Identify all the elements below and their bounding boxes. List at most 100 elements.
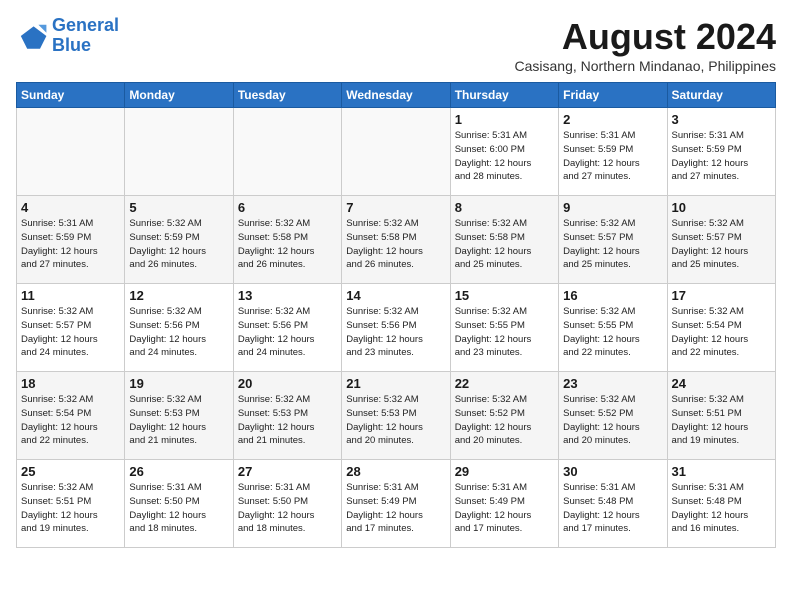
day-cell [342,108,450,196]
day-cell: 20 Sunrise: 5:32 AM Sunset: 5:53 PM Dayli… [233,372,341,460]
day-cell: 8 Sunrise: 5:32 AM Sunset: 5:58 PM Daylig… [450,196,558,284]
day-cell: 19 Sunrise: 5:32 AM Sunset: 5:53 PM Dayli… [125,372,233,460]
day-number: 6 [238,200,337,215]
day-number: 31 [672,464,771,479]
day-cell: 29 Sunrise: 5:31 AM Sunset: 5:49 PM Dayli… [450,460,558,548]
header-day-thursday: Thursday [450,83,558,108]
day-info: Sunrise: 5:32 AM Sunset: 5:58 PM Dayligh… [238,217,337,272]
day-info: Sunrise: 5:32 AM Sunset: 5:57 PM Dayligh… [21,305,120,360]
day-cell: 30Sunrise: 5:31 AM Sunset: 5:48 PM Dayli… [559,460,667,548]
day-info: Sunrise: 5:32 AM Sunset: 5:57 PM Dayligh… [672,217,771,272]
day-info: Sunrise: 5:32 AM Sunset: 5:58 PM Dayligh… [346,217,445,272]
day-info: Sunrise: 5:31 AM Sunset: 5:48 PM Dayligh… [563,481,662,536]
day-number: 25 [21,464,120,479]
day-number: 14 [346,288,445,303]
day-cell: 4Sunrise: 5:31 AM Sunset: 5:59 PM Daylig… [17,196,125,284]
day-number: 19 [129,376,228,391]
day-number: 26 [129,464,228,479]
logo-icon [16,20,48,52]
day-cell: 3 Sunrise: 5:31 AM Sunset: 5:59 PM Daylig… [667,108,775,196]
day-info: Sunrise: 5:31 AM Sunset: 6:00 PM Dayligh… [455,129,554,184]
week-row-3: 11 Sunrise: 5:32 AM Sunset: 5:57 PM Dayli… [17,284,776,372]
day-info: Sunrise: 5:31 AM Sunset: 5:59 PM Dayligh… [21,217,120,272]
day-number: 20 [238,376,337,391]
day-info: Sunrise: 5:32 AM Sunset: 5:55 PM Dayligh… [563,305,662,360]
day-cell: 27 Sunrise: 5:31 AM Sunset: 5:50 PM Dayli… [233,460,341,548]
day-cell: 12Sunrise: 5:32 AM Sunset: 5:56 PM Dayli… [125,284,233,372]
day-number: 28 [346,464,445,479]
day-cell [125,108,233,196]
week-row-5: 25 Sunrise: 5:32 AM Sunset: 5:51 PM Dayli… [17,460,776,548]
day-cell: 13Sunrise: 5:32 AM Sunset: 5:56 PM Dayli… [233,284,341,372]
header-day-wednesday: Wednesday [342,83,450,108]
day-number: 9 [563,200,662,215]
title-block: August 2024 Casisang, Northern Mindanao,… [515,16,776,74]
day-cell: 25 Sunrise: 5:32 AM Sunset: 5:51 PM Dayli… [17,460,125,548]
day-info: Sunrise: 5:32 AM Sunset: 5:51 PM Dayligh… [672,393,771,448]
day-cell: 31 Sunrise: 5:31 AM Sunset: 5:48 PM Dayli… [667,460,775,548]
day-info: Sunrise: 5:32 AM Sunset: 5:51 PM Dayligh… [21,481,120,536]
day-cell [233,108,341,196]
day-number: 3 [672,112,771,127]
header-day-tuesday: Tuesday [233,83,341,108]
location: Casisang, Northern Mindanao, Philippines [515,58,776,74]
day-cell: 28Sunrise: 5:31 AM Sunset: 5:49 PM Dayli… [342,460,450,548]
day-number: 22 [455,376,554,391]
logo: General Blue [16,16,119,56]
day-number: 18 [21,376,120,391]
day-info: Sunrise: 5:32 AM Sunset: 5:59 PM Dayligh… [129,217,228,272]
day-number: 8 [455,200,554,215]
day-number: 29 [455,464,554,479]
header: General Blue August 2024 Casisang, North… [16,16,776,74]
logo-text: General Blue [52,16,119,56]
day-cell: 11 Sunrise: 5:32 AM Sunset: 5:57 PM Dayli… [17,284,125,372]
day-cell: 6 Sunrise: 5:32 AM Sunset: 5:58 PM Daylig… [233,196,341,284]
day-info: Sunrise: 5:32 AM Sunset: 5:58 PM Dayligh… [455,217,554,272]
day-cell: 18 Sunrise: 5:32 AM Sunset: 5:54 PM Dayli… [17,372,125,460]
day-info: Sunrise: 5:31 AM Sunset: 5:59 PM Dayligh… [672,129,771,184]
day-cell: 1 Sunrise: 5:31 AM Sunset: 6:00 PM Daylig… [450,108,558,196]
header-day-monday: Monday [125,83,233,108]
day-number: 23 [563,376,662,391]
day-info: Sunrise: 5:31 AM Sunset: 5:48 PM Dayligh… [672,481,771,536]
header-day-saturday: Saturday [667,83,775,108]
day-info: Sunrise: 5:32 AM Sunset: 5:52 PM Dayligh… [563,393,662,448]
day-cell: 17 Sunrise: 5:32 AM Sunset: 5:54 PM Dayli… [667,284,775,372]
month-year: August 2024 [515,16,776,58]
day-info: Sunrise: 5:32 AM Sunset: 5:56 PM Dayligh… [346,305,445,360]
day-info: Sunrise: 5:32 AM Sunset: 5:53 PM Dayligh… [129,393,228,448]
day-info: Sunrise: 5:32 AM Sunset: 5:55 PM Dayligh… [455,305,554,360]
day-cell: 24Sunrise: 5:32 AM Sunset: 5:51 PM Dayli… [667,372,775,460]
day-info: Sunrise: 5:31 AM Sunset: 5:50 PM Dayligh… [129,481,228,536]
header-row: SundayMondayTuesdayWednesdayThursdayFrid… [17,83,776,108]
day-cell: 2Sunrise: 5:31 AM Sunset: 5:59 PM Daylig… [559,108,667,196]
header-day-sunday: Sunday [17,83,125,108]
day-info: Sunrise: 5:32 AM Sunset: 5:52 PM Dayligh… [455,393,554,448]
day-number: 1 [455,112,554,127]
day-info: Sunrise: 5:32 AM Sunset: 5:53 PM Dayligh… [238,393,337,448]
day-cell: 5 Sunrise: 5:32 AM Sunset: 5:59 PM Daylig… [125,196,233,284]
day-cell: 26 Sunrise: 5:31 AM Sunset: 5:50 PM Dayli… [125,460,233,548]
day-info: Sunrise: 5:32 AM Sunset: 5:54 PM Dayligh… [21,393,120,448]
day-number: 15 [455,288,554,303]
day-info: Sunrise: 5:31 AM Sunset: 5:50 PM Dayligh… [238,481,337,536]
day-number: 17 [672,288,771,303]
day-info: Sunrise: 5:32 AM Sunset: 5:57 PM Dayligh… [563,217,662,272]
day-number: 11 [21,288,120,303]
week-row-1: 1 Sunrise: 5:31 AM Sunset: 6:00 PM Daylig… [17,108,776,196]
day-number: 5 [129,200,228,215]
day-info: Sunrise: 5:31 AM Sunset: 5:49 PM Dayligh… [455,481,554,536]
day-cell: 9 Sunrise: 5:32 AM Sunset: 5:57 PM Daylig… [559,196,667,284]
day-cell: 23 Sunrise: 5:32 AM Sunset: 5:52 PM Dayli… [559,372,667,460]
calendar-table: SundayMondayTuesdayWednesdayThursdayFrid… [16,82,776,548]
day-cell: 22 Sunrise: 5:32 AM Sunset: 5:52 PM Dayli… [450,372,558,460]
day-info: Sunrise: 5:32 AM Sunset: 5:54 PM Dayligh… [672,305,771,360]
day-info: Sunrise: 5:32 AM Sunset: 5:53 PM Dayligh… [346,393,445,448]
day-cell: 14 Sunrise: 5:32 AM Sunset: 5:56 PM Dayli… [342,284,450,372]
day-cell [17,108,125,196]
day-cell: 16Sunrise: 5:32 AM Sunset: 5:55 PM Dayli… [559,284,667,372]
day-cell: 21Sunrise: 5:32 AM Sunset: 5:53 PM Dayli… [342,372,450,460]
day-cell: 10Sunrise: 5:32 AM Sunset: 5:57 PM Dayli… [667,196,775,284]
day-info: Sunrise: 5:32 AM Sunset: 5:56 PM Dayligh… [129,305,228,360]
day-number: 27 [238,464,337,479]
